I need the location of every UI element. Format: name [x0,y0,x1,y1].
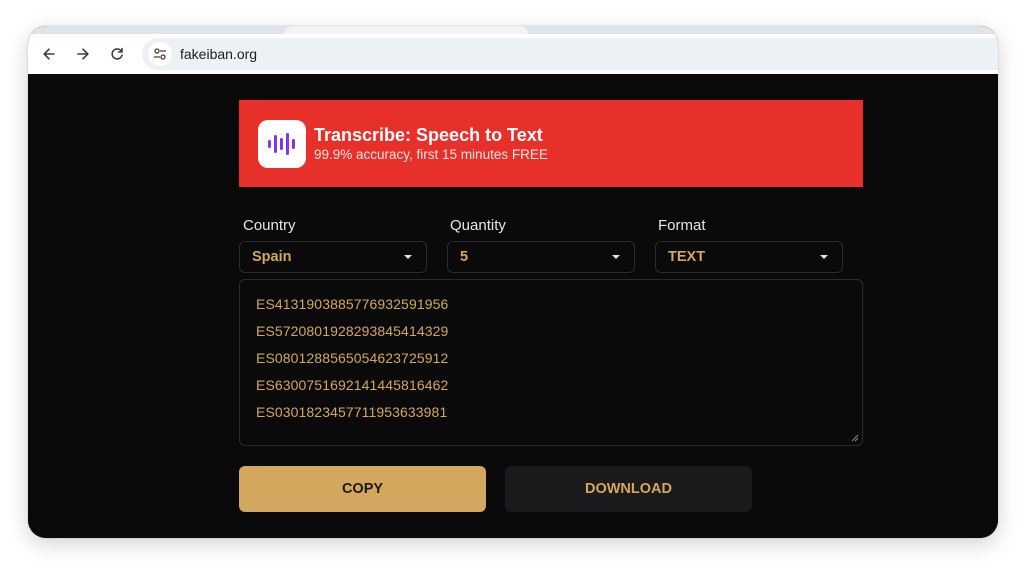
chevron-down-icon [820,255,828,259]
chevron-down-icon [404,255,412,259]
browser-toolbar: fakeiban.org [28,34,998,74]
download-button[interactable]: DOWNLOAD [505,466,752,512]
country-value: Spain [252,249,292,265]
arrow-right-icon [77,48,89,60]
forward-button[interactable] [70,41,96,67]
quantity-label: Quantity [450,217,506,234]
quantity-select[interactable]: 5 [447,241,635,273]
copy-button[interactable]: COPY [239,466,486,512]
site-info-button[interactable] [148,42,172,66]
audio-wave-icon [258,119,306,168]
country-select[interactable]: Spain [239,241,427,273]
quantity-value: 5 [460,249,469,265]
iban-line: ES5720801928293845414329 [256,323,449,339]
iban-output-textarea[interactable]: ES4131903885776932591956 ES5720801928293… [239,279,863,446]
chevron-down-icon [612,255,620,259]
iban-line: ES4131903885776932591956 [256,296,449,312]
browser-window: fakeiban.org Transcribe: Speech to Text … [28,26,998,538]
iban-line: ES6300751692141445816462 [256,377,449,393]
format-select[interactable]: TEXT [655,241,843,273]
format-value: TEXT [668,249,706,265]
format-label: Format [658,217,706,234]
resize-handle-icon[interactable] [851,434,859,442]
reload-icon [111,47,123,60]
arrow-left-icon [43,48,55,60]
page-content: Transcribe: Speech to Text 99.9% accurac… [28,74,998,538]
address-bar[interactable]: fakeiban.org [142,38,998,70]
iban-line: ES0301823457711953633981 [256,404,448,420]
back-button[interactable] [36,41,62,67]
banner-subtitle: 99.9% accuracy, first 15 minutes FREE [314,146,548,162]
country-label: Country [243,217,296,234]
iban-line: ES0801288565054623725912 [256,350,449,366]
url-text: fakeiban.org [180,46,258,62]
ad-banner[interactable]: Transcribe: Speech to Text 99.9% accurac… [239,100,863,187]
banner-title: Transcribe: Speech to Text [314,124,543,145]
reload-button[interactable] [104,41,130,67]
tune-icon [154,48,166,60]
